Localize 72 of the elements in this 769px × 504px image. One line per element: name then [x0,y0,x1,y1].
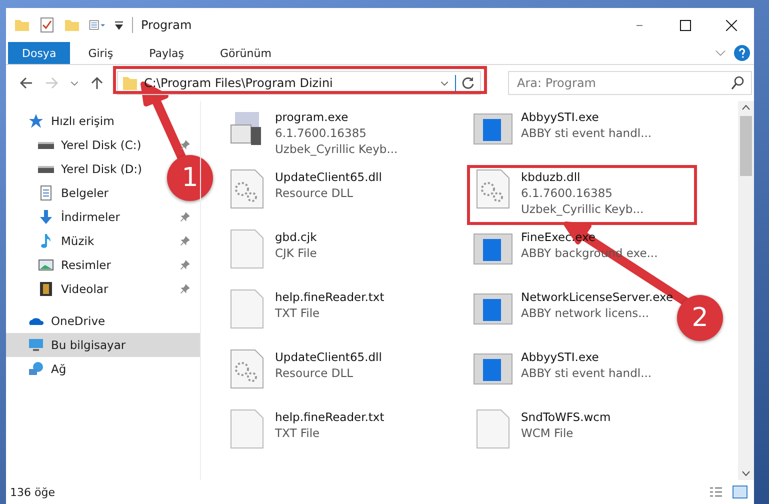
file-detail: ABBY network licens... [521,305,650,321]
file-name[interactable]: NetworkLicenseServer.exe [521,289,674,305]
tiles-view-icon[interactable] [732,484,748,500]
close-icon [726,20,736,30]
document-icon [38,185,54,201]
drive-icon [38,142,54,148]
item-count: 136 öğe [10,486,55,498]
ribbon-tab[interactable]: Giriş [70,42,132,64]
download-icon [38,209,54,225]
file-detail: WCM File [521,425,574,441]
file-name[interactable]: UpdateClient65.dll [275,169,382,185]
film-icon [38,281,54,297]
search-icon [730,75,746,91]
window-title: Program [141,18,192,32]
scrollbar[interactable] [738,101,754,480]
help-icon[interactable] [734,45,750,61]
file-detail: Uzbek_Cyrillic Keyb... [275,141,398,157]
step-badge: 2 [677,295,723,341]
folder-icon [64,17,80,33]
ribbon-tab[interactable]: Görünüm [202,42,290,64]
search-field[interactable]: Ara: Program [508,71,752,95]
chevron-icon[interactable] [440,80,449,86]
nav-item[interactable]: Ağ [6,357,72,381]
up-arrow-icon[interactable] [89,75,105,91]
nav-item[interactable]: Müzik [6,229,200,253]
file-detail: Resource DLL [275,365,354,381]
star-icon [28,113,44,129]
picture-icon [38,257,54,273]
nav-item[interactable]: Hızlı erişim [6,109,120,133]
nav-item[interactable]: OneDrive [6,309,112,333]
nav-item[interactable]: Videolar [6,277,200,301]
file-detail: Resource DLL [275,185,354,201]
file-name[interactable]: UpdateClient65.dll [275,349,382,365]
checklist-icon [39,17,55,33]
file-detail: CJK File [275,245,317,261]
nav-item[interactable]: İndirmeler [6,205,200,229]
file-name[interactable]: help.fineReader.txt [275,409,384,425]
file-detail: 6.1.7600.16385 [275,125,366,141]
file-detail: ABBY sti event handl... [521,365,652,381]
back-arrow-icon[interactable] [18,75,34,91]
network-icon [28,361,44,377]
file-name[interactable]: SndToWFS.wcm [521,409,611,425]
ribbon-tab[interactable]: Dosya [8,42,70,64]
address-bar[interactable]: C:\Program Files\Program Dizini [117,71,481,95]
address-path: C:\Program Files\Program Dizini [144,76,334,90]
file-name[interactable]: program.exe [275,109,348,125]
nav-item[interactable]: Belgeler [6,181,115,205]
step-badge: 1 [167,155,213,201]
nav-item[interactable]: Bu bilgisayar [6,333,200,357]
file-name[interactable]: gbd.cjk [275,229,317,245]
folder-icon [14,17,30,33]
scroll-up-icon[interactable] [742,105,750,110]
maximize-icon [680,20,690,30]
nav-item[interactable]: Yerel Disk (D:) [6,157,148,181]
nav-item[interactable]: Yerel Disk (C:) [6,133,200,157]
drive-icon [38,166,54,172]
scroll-down-icon[interactable] [742,471,750,476]
file-name[interactable]: AbbyySTI.exe [521,109,599,125]
file-detail: TXT File [275,425,320,441]
scroll-thumb[interactable] [740,116,752,176]
file-name[interactable]: help.fineReader.txt [275,289,384,305]
chevron-icon[interactable] [70,80,79,86]
minimize-icon [634,24,644,26]
folder-icon [122,75,138,91]
file-name[interactable]: AbbyySTI.exe [521,349,599,365]
nav-item[interactable]: Resimler [6,253,200,277]
monitor-icon [28,337,44,353]
ribbon-tab[interactable]: Paylaş [131,42,202,64]
refresh-icon[interactable] [455,75,476,91]
file-detail: TXT File [275,305,320,321]
file-detail: ABBY sti event handl... [521,125,652,141]
file-item[interactable]: kbduzb.dll 6.1.7600.16385 Uzbek_Cyrillic Keyb... [467,165,697,225]
